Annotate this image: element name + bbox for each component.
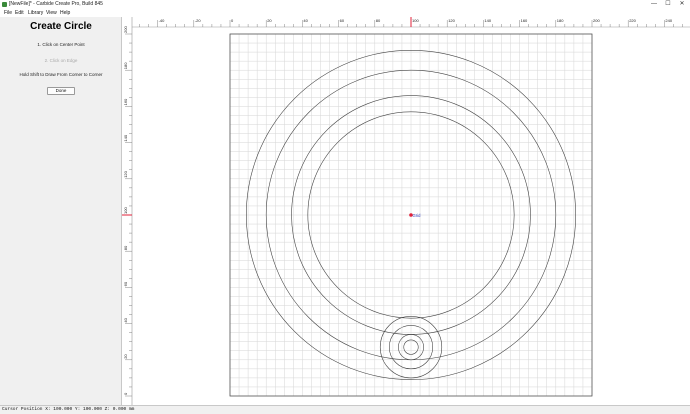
x-tick-label: 40 [303, 18, 308, 23]
y-tick-label: 80 [123, 245, 128, 250]
x-tick-label: 20 [267, 18, 272, 23]
tool-panel: Create Circle 1. Click on Center Point 2… [0, 17, 122, 405]
menu-edit[interactable]: Edit [15, 9, 24, 17]
window-title: [NewFile]* - Carbide Create Pro, Build 8… [9, 1, 103, 7]
x-tick-label: 220 [629, 18, 636, 23]
title-bar: [NewFile]* - Carbide Create Pro, Build 8… [0, 0, 690, 9]
canvas-drawing[interactable]: -40 -20 0 20 40 60 80 100 120 140 160 180 200 220 2400… [122, 17, 690, 405]
x-tick-label: 100 [412, 18, 419, 23]
top-ruler [122, 17, 690, 27]
y-tick-label: 200 [123, 26, 128, 33]
rulers: -40 -20 0 20 40 60 80 100 120 140 160 180 200 220 2400… [122, 17, 690, 405]
panel-title: Create Circle [30, 21, 92, 32]
maximize-button[interactable]: ☐ [661, 0, 675, 9]
x-tick-label: 160 [521, 18, 528, 23]
x-tick-label: 140 [484, 18, 491, 23]
y-tick-label: 20 [123, 354, 128, 359]
close-button[interactable]: ✕ [675, 0, 689, 9]
y-tick-label: 120 [123, 170, 128, 177]
y-tick-label: 180 [123, 62, 128, 69]
app-icon [2, 2, 7, 7]
x-tick-label: 120 [448, 18, 455, 23]
y-tick-label: 100 [123, 207, 128, 214]
menu-view[interactable]: View [46, 9, 57, 17]
step-center-point: 1. Click on Center Point [37, 42, 85, 47]
x-tick-label: 200 [593, 18, 600, 23]
x-tick-label: 180 [557, 18, 564, 23]
design-canvas[interactable]: -40 -20 0 20 40 60 80 100 120 140 160 180 200 220 240 0… [122, 17, 690, 405]
y-tick-label: 160 [123, 98, 128, 105]
x-tick-label: -20 [195, 18, 202, 23]
cursor-position-readout: Cursor Position X: 100.000 Y: 100.000 Z:… [2, 407, 135, 412]
menu-bar: File Edit Library View Help [0, 9, 690, 17]
step-edge: 2. Click on Edge [44, 58, 78, 63]
x-tick-label: -40 [159, 18, 166, 23]
menu-help[interactable]: Help [60, 9, 70, 17]
done-button[interactable]: Done [47, 87, 75, 95]
x-tick-label: 240 [665, 18, 672, 23]
y-tick-label: 60 [123, 281, 128, 286]
cursor-snap-label: Grid [413, 213, 422, 218]
status-bar: Cursor Position X: 100.000 Y: 100.000 Z:… [0, 405, 690, 414]
x-tick-label: 80 [376, 18, 381, 23]
y-tick-label: 40 [123, 317, 128, 322]
minimize-button[interactable]: — [647, 0, 661, 9]
shift-hint: Hold Shift to Draw From Corner to Corner [19, 72, 103, 77]
menu-file[interactable]: File [4, 9, 12, 17]
x-tick-label: 60 [340, 18, 345, 23]
menu-library[interactable]: Library [28, 9, 43, 17]
y-tick-label: 140 [123, 134, 128, 141]
